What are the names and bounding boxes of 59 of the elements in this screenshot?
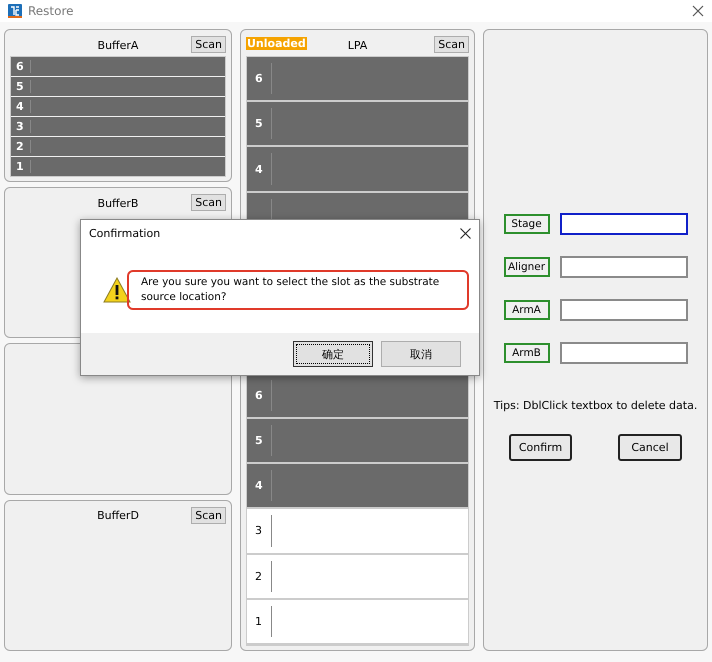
slot-row[interactable]: 5 <box>247 102 468 148</box>
slot-row[interactable]: 1 <box>247 600 468 646</box>
target-label: Aligner <box>504 257 550 277</box>
scan-button[interactable]: Scan <box>191 36 226 53</box>
slot-row[interactable]: 6 <box>247 57 468 102</box>
slot-row[interactable]: 5 <box>247 418 468 464</box>
slot-row[interactable]: 3 <box>247 509 468 555</box>
input-field[interactable] <box>560 342 688 364</box>
slot-row[interactable]: 6 <box>247 374 468 419</box>
status-badge: Unloaded <box>246 37 307 50</box>
panel-title: BufferB <box>98 196 138 210</box>
window-title: Restore <box>28 4 74 18</box>
slot-row[interactable]: 2 <box>247 554 468 600</box>
slot-row[interactable]: 2 <box>11 137 225 156</box>
target-label: ArmB <box>504 343 550 363</box>
slot-row[interactable]: 4 <box>247 464 468 510</box>
action-button[interactable]: Confirm <box>509 434 572 461</box>
panel-title: LPA <box>348 38 368 52</box>
target-label: ArmA <box>504 300 550 320</box>
slot-row[interactable]: 6 <box>11 57 225 76</box>
scan-button[interactable]: Scan <box>191 506 226 524</box>
slot-number: 4 <box>254 162 264 176</box>
slot-row[interactable]: 5 <box>11 77 225 96</box>
slot-number: 4 <box>15 100 25 113</box>
slot-number: 2 <box>15 140 25 153</box>
slot-row[interactable]: 3 <box>11 117 225 136</box>
warning-icon <box>103 277 131 303</box>
close-icon[interactable] <box>692 5 704 17</box>
slot-number: 3 <box>254 524 263 538</box>
slot-number: 5 <box>254 434 264 447</box>
slot-number: 1 <box>254 614 263 628</box>
panel-title: BufferD <box>97 509 139 522</box>
target-label: Stage <box>504 214 550 234</box>
dialog-button[interactable]: 取消 <box>381 341 461 367</box>
slot-number: 3 <box>15 120 25 133</box>
input-field[interactable] <box>560 256 688 278</box>
action-button[interactable]: Cancel <box>618 434 682 461</box>
dialog-button[interactable]: 确定 <box>293 341 373 367</box>
slot-number: 4 <box>254 479 264 492</box>
slot-number: 2 <box>254 570 263 583</box>
slot-number: 1 <box>15 160 25 173</box>
input-field[interactable] <box>560 213 688 235</box>
slot-number: 6 <box>15 60 25 73</box>
slot-number: 6 <box>254 72 264 86</box>
slot-row[interactable]: 4 <box>247 147 468 193</box>
slot-row[interactable]: 1 <box>11 157 225 176</box>
close-icon[interactable] <box>460 228 471 239</box>
slot-number: 6 <box>254 388 264 402</box>
tips-text: Tips: DblClick textbox to delete data. <box>494 399 698 412</box>
scan-button[interactable]: Scan <box>434 36 469 53</box>
scan-button[interactable]: Scan <box>191 194 226 211</box>
slot-row[interactable]: 4 <box>11 97 225 116</box>
dialog-title: Confirmation <box>89 227 160 240</box>
dialog-message: Are you sure you want to select the slot as the substrate source location? <box>141 276 440 303</box>
app-icon <box>8 4 22 18</box>
input-field[interactable] <box>560 299 688 321</box>
panel-title: BufferA <box>98 38 138 52</box>
slot-number: 5 <box>254 117 264 130</box>
slot-number: 5 <box>15 80 25 93</box>
